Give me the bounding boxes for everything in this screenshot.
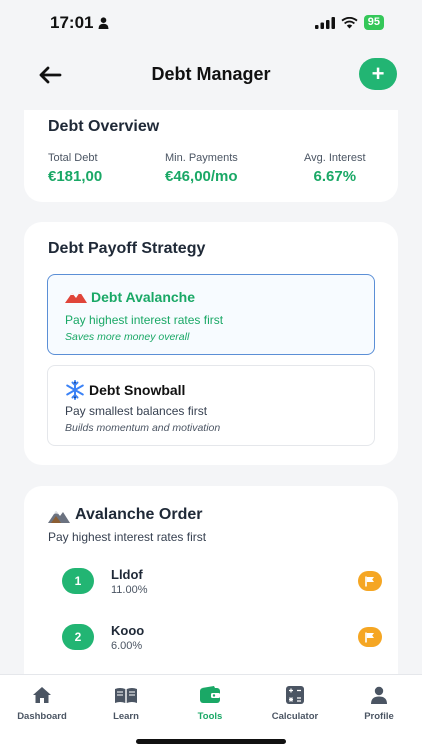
header: Debt Manager + [0,56,422,94]
flag-badge [358,627,382,647]
overview-title: Debt Overview [48,118,160,135]
payoff-strategy-card: Debt Payoff Strategy Debt Avalanche Pay … [24,222,398,465]
avalanche-order-card: Avalanche Order Pay highest interest rat… [24,486,398,686]
debt-name: Lldof [111,567,143,582]
order-subtitle: Pay highest interest rates first [48,530,207,544]
signal-icon [314,16,335,29]
status-time: 17:01 [50,13,109,33]
debt-name: Kooo [111,623,145,638]
home-indicator [136,739,286,744]
min-payments-stat: Min. Payments €46,00/mo [165,152,238,185]
wallet-icon [200,686,220,703]
tab-profile[interactable]: Profile [337,685,421,722]
add-debt-button[interactable]: + [359,58,397,90]
debt-overview-card: Debt Overview Total Debt €181,00 Min. Pa… [24,110,398,202]
tab-learn[interactable]: Learn [84,685,168,722]
user-icon [371,686,387,704]
rank-badge: 1 [62,568,94,594]
mountain-icon [65,292,87,303]
strategy-title: Debt Payoff Strategy [48,240,206,257]
rank-badge: 2 [62,624,94,650]
person-icon [98,17,109,29]
debt-rate: 11.00% [111,584,148,596]
book-icon [115,687,137,703]
home-icon [33,687,51,703]
debt-order-row[interactable]: 1 Lldof 11.00% [62,566,382,606]
total-debt-stat: Total Debt €181,00 [48,152,103,185]
strategy-option-avalanche[interactable]: Debt Avalanche Pay highest interest rate… [47,274,375,355]
flag-icon [365,576,374,586]
snowcap-mountain-icon [48,511,70,523]
strategy-option-snowball[interactable]: Debt Snowball Pay smallest balances firs… [47,365,375,446]
wifi-icon [341,16,358,28]
flag-icon [365,632,374,642]
tab-dashboard[interactable]: Dashboard [0,685,84,722]
order-title: Avalanche Order [75,506,203,523]
flag-badge [358,571,382,591]
tab-calculator[interactable]: Calculator [253,685,337,722]
snowflake-icon [66,380,84,400]
battery-indicator: 95 [363,15,384,30]
debt-order-row[interactable]: 2 Kooo 6.00% [62,622,382,662]
calculator-icon [286,686,304,704]
debt-rate: 6.00% [111,640,143,652]
tab-tools[interactable]: Tools [168,685,252,722]
avg-interest-stat: Avg. Interest 6.67% [304,152,366,185]
status-bar: 17:01 95 [0,0,422,46]
